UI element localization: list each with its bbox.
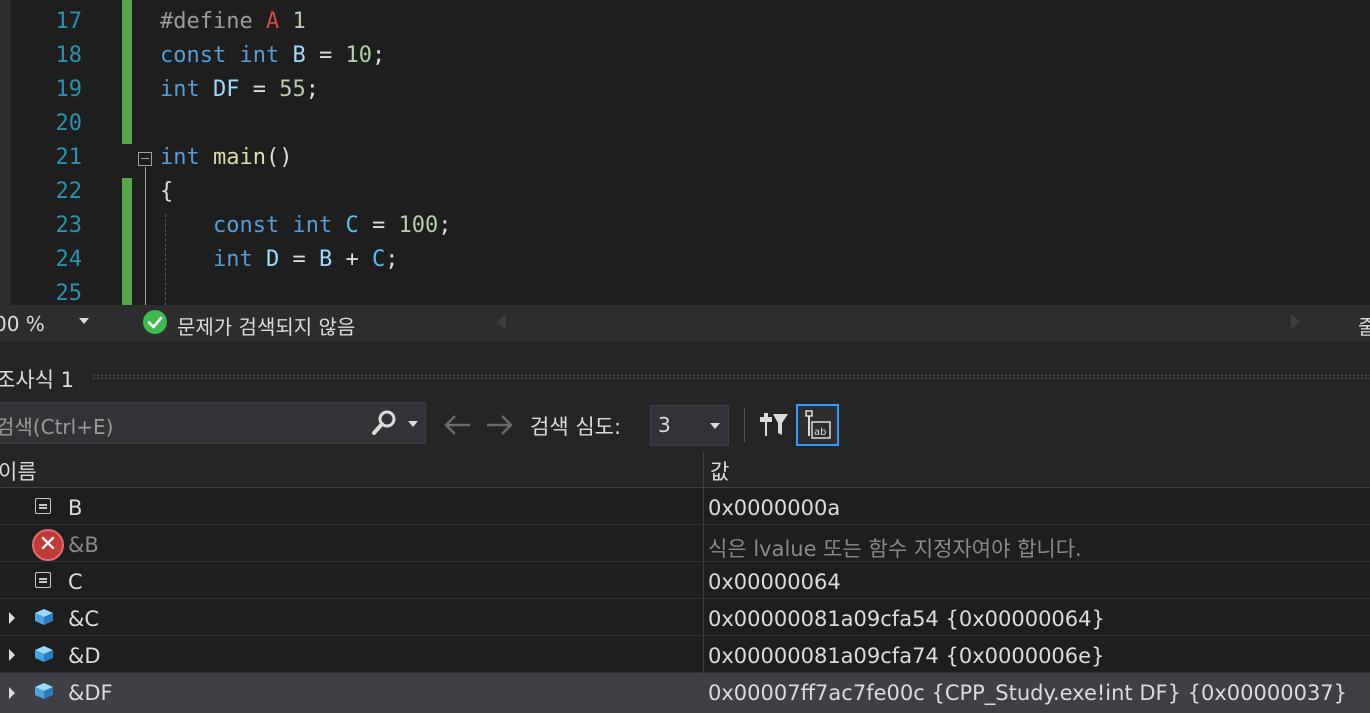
expand-arrow-icon[interactable] bbox=[9, 612, 15, 624]
watch-row[interactable] bbox=[0, 562, 1370, 599]
zoom-level[interactable]: 00 % bbox=[0, 312, 45, 336]
expand-arrow-icon[interactable] bbox=[9, 687, 15, 699]
code-text[interactable]: { bbox=[160, 179, 173, 204]
error-icon: ✕ bbox=[32, 529, 64, 561]
column-separator[interactable] bbox=[703, 452, 704, 713]
search-placeholder: 검색(Ctrl+E) bbox=[0, 415, 114, 439]
line-number: 23 bbox=[55, 213, 83, 238]
code-line: 23 const int C = 100; bbox=[0, 209, 1370, 243]
code-text[interactable]: #define A 1 bbox=[160, 9, 306, 34]
column-header-value[interactable]: 값 bbox=[710, 456, 729, 486]
line-number: 17 bbox=[55, 9, 83, 34]
watch-row[interactable] bbox=[0, 636, 1370, 673]
chevron-down-icon[interactable] bbox=[710, 423, 720, 429]
code-line: 24 int D = B + C; bbox=[0, 243, 1370, 277]
title-grip[interactable] bbox=[92, 374, 1370, 380]
arrow-left-icon[interactable] bbox=[441, 411, 473, 439]
svg-text:ab: ab bbox=[814, 427, 826, 438]
watch-value[interactable]: 0x00007ff7ac7fe00c {CPP_Study.exe!int DF… bbox=[708, 681, 1347, 705]
watch-value[interactable]: 0x00000081a09cfa54 {0x00000064} bbox=[708, 607, 1105, 631]
code-text[interactable]: int D = B + C; bbox=[160, 247, 399, 272]
watch-value[interactable]: 0x00000064 bbox=[708, 570, 841, 594]
code-text[interactable]: int DF = 55; bbox=[160, 77, 319, 102]
search-depth-value: 3 bbox=[658, 413, 671, 437]
watch-name[interactable]: &B bbox=[68, 533, 99, 557]
line-number: 21 bbox=[55, 145, 83, 170]
code-line: 19 int DF = 55; bbox=[0, 73, 1370, 107]
line-number: 20 bbox=[55, 111, 83, 136]
code-text[interactable]: int main() bbox=[160, 145, 292, 170]
line-number: 24 bbox=[55, 247, 83, 272]
arrow-right-icon[interactable] bbox=[484, 411, 516, 439]
line-number: 18 bbox=[55, 43, 83, 68]
code-line: 21 int main() bbox=[0, 141, 1370, 175]
scroll-left-icon[interactable] bbox=[497, 314, 506, 330]
watch-name[interactable]: &D bbox=[68, 644, 101, 668]
issues-status[interactable]: 문제가 검색되지 않음 bbox=[177, 311, 355, 340]
code-text[interactable]: const int C = 100; bbox=[160, 213, 451, 238]
code-editor[interactable]: 17 #define A 1 18 const int B = 10; 19 i… bbox=[0, 0, 1370, 305]
line-number: 22 bbox=[55, 179, 83, 204]
pin-filter-icon[interactable] bbox=[757, 409, 789, 441]
field-icon bbox=[35, 498, 51, 514]
watch-value[interactable]: 식은 lvalue 또는 함수 지정자여야 합니다. bbox=[708, 533, 1082, 563]
code-line: 25 bbox=[0, 277, 1370, 305]
code-line: 17 #define A 1 bbox=[0, 5, 1370, 39]
field-icon bbox=[35, 572, 51, 588]
watch-name[interactable]: &DF bbox=[68, 681, 113, 705]
search-options-icon[interactable] bbox=[408, 421, 418, 427]
object-icon bbox=[34, 608, 54, 630]
watch-row[interactable] bbox=[0, 525, 1370, 562]
code-line: 18 const int B = 10; bbox=[0, 39, 1370, 73]
column-header-name[interactable]: 이름 bbox=[0, 456, 37, 486]
check-icon bbox=[143, 310, 167, 334]
code-text[interactable]: const int B = 10; bbox=[160, 43, 385, 68]
search-icon[interactable] bbox=[370, 409, 398, 437]
toolbar-separator bbox=[744, 408, 745, 442]
search-depth-label: 검색 심도: bbox=[530, 415, 622, 439]
watch-name[interactable]: C bbox=[68, 570, 83, 594]
watch-name[interactable]: &C bbox=[68, 607, 99, 631]
hex-display-toggle[interactable]: ab bbox=[796, 404, 839, 446]
object-icon bbox=[34, 682, 54, 704]
line-indicator: 줄 bbox=[1358, 315, 1370, 339]
line-number: 19 bbox=[55, 77, 83, 102]
watch-value[interactable]: 0x00000081a09cfa74 {0x0000006e} bbox=[708, 644, 1104, 668]
scroll-right-icon[interactable] bbox=[1291, 314, 1300, 330]
zoom-dropdown-icon[interactable] bbox=[79, 318, 89, 324]
watch-name[interactable]: B bbox=[68, 496, 82, 520]
watch-row[interactable] bbox=[0, 599, 1370, 636]
code-line: 20 bbox=[0, 107, 1370, 141]
panel-splitter[interactable] bbox=[0, 341, 1370, 355]
object-icon bbox=[34, 645, 54, 667]
code-line: 22 { bbox=[0, 175, 1370, 209]
line-number: 25 bbox=[55, 281, 83, 305]
watch-value[interactable]: 0x0000000a bbox=[708, 496, 840, 520]
expand-arrow-icon[interactable] bbox=[9, 649, 15, 661]
watch-header bbox=[0, 452, 1370, 488]
panel-title: 조사식 1 bbox=[0, 368, 74, 392]
watch-row[interactable] bbox=[0, 488, 1370, 525]
